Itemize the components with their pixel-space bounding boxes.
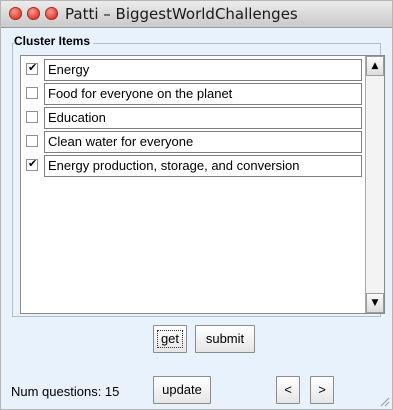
scroll-down-icon[interactable]: ▼ <box>366 293 384 313</box>
title-bar: Patti – BiggestWorldChallenges <box>1 1 392 28</box>
submit-button[interactable]: submit <box>195 325 255 353</box>
app-window: Patti – BiggestWorldChallenges Cluster I… <box>0 0 393 410</box>
item-text-field[interactable]: Food for everyone on the planet <box>44 83 362 105</box>
num-questions-label: Num questions: 15 <box>11 384 120 399</box>
item-text-field[interactable]: Clean water for everyone <box>44 131 362 153</box>
item-text-field[interactable]: Education <box>44 107 362 129</box>
previous-button[interactable]: < <box>276 376 300 404</box>
cluster-items-list: ✔ Energy Food for everyone on the planet… <box>20 55 385 314</box>
vertical-scrollbar[interactable]: ▲ ▼ <box>365 56 384 313</box>
item-text-field[interactable]: Energy production, storage, and conversi… <box>44 155 362 177</box>
cluster-items-label: Cluster Items <box>14 34 94 48</box>
list-item: Education <box>21 106 362 129</box>
checkmark-icon: ✔ <box>28 61 38 74</box>
resize-grip-icon[interactable] <box>378 395 390 407</box>
list-item: Food for everyone on the planet <box>21 82 362 105</box>
item-text-field[interactable]: Energy <box>44 59 362 81</box>
list-item: Clean water for everyone <box>21 130 362 153</box>
update-button[interactable]: update <box>153 376 211 404</box>
get-button-focus-ring <box>157 330 183 348</box>
item-checkbox[interactable] <box>26 87 38 99</box>
window-title: Patti – BiggestWorldChallenges <box>65 5 298 23</box>
item-checkbox[interactable]: ✔ <box>26 157 38 171</box>
minimize-window-icon[interactable] <box>27 7 40 20</box>
item-checkbox[interactable] <box>26 135 38 147</box>
item-checkbox[interactable]: ✔ <box>26 61 38 75</box>
next-button[interactable]: > <box>310 376 334 404</box>
checkmark-icon: ✔ <box>28 157 38 170</box>
zoom-window-icon[interactable] <box>45 7 58 20</box>
scroll-up-icon[interactable]: ▲ <box>366 56 384 76</box>
list-item: ✔ Energy <box>21 58 362 81</box>
list-item: ✔ Energy production, storage, and conver… <box>21 154 362 177</box>
item-checkbox[interactable] <box>26 111 38 123</box>
close-window-icon[interactable] <box>9 7 22 20</box>
